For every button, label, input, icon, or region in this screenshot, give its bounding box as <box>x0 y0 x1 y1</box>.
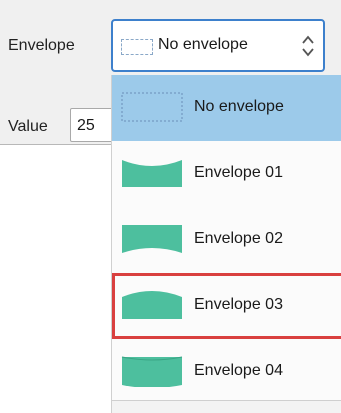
envelope-combobox[interactable]: No envelope <box>111 19 325 72</box>
dropdown-item-no-envelope[interactable]: No envelope <box>112 75 341 141</box>
envelope-combobox-value: No envelope <box>158 36 248 53</box>
no-envelope-icon <box>121 92 183 122</box>
envelope-label: Envelope <box>8 37 75 54</box>
value-label: Value <box>8 118 48 135</box>
dropdown-item-envelope-02[interactable]: Envelope 02 <box>112 207 341 273</box>
dropdown-item-envelope-04[interactable]: Envelope 04 <box>112 339 341 405</box>
envelope-dropdown-list: No envelope Envelope 01 Envelope 02 Enve… <box>111 75 341 413</box>
dropdown-item-label: No envelope <box>194 98 284 115</box>
envelope-03-icon <box>122 291 182 319</box>
dropdown-scroll-edge <box>112 400 341 413</box>
dropdown-item-label: Envelope 04 <box>194 362 283 379</box>
dropdown-item-envelope-03[interactable]: Envelope 03 <box>112 273 341 339</box>
dropdown-item-label: Envelope 01 <box>194 164 283 181</box>
envelope-04-icon <box>121 356 183 387</box>
envelope-02-icon <box>122 225 182 253</box>
dropdown-item-envelope-01[interactable]: Envelope 01 <box>112 141 341 207</box>
dropdown-item-label: Envelope 02 <box>194 230 283 247</box>
dropdown-item-label: Envelope 03 <box>194 296 283 313</box>
up-down-chevron-icon <box>302 35 314 57</box>
envelope-01-icon <box>122 160 182 187</box>
no-envelope-swatch-icon <box>121 39 153 55</box>
